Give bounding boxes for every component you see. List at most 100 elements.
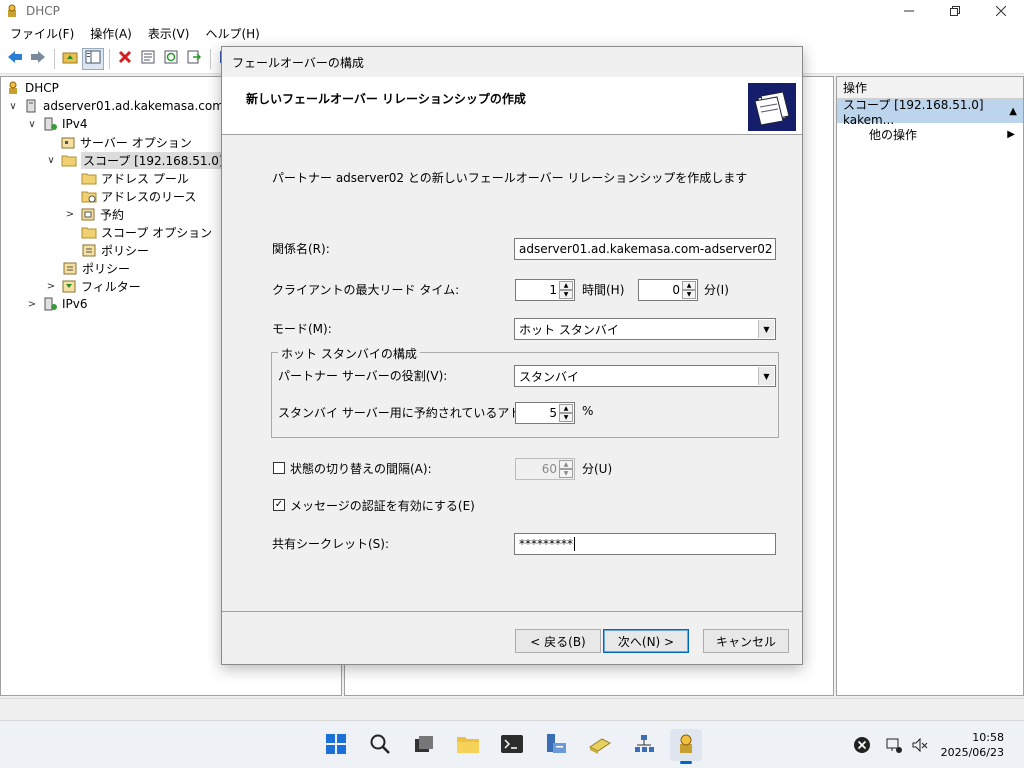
up-folder-icon [62, 50, 78, 67]
task-view-button[interactable] [408, 729, 440, 761]
spin-up-icon[interactable]: ▲ [559, 404, 573, 413]
lease-folder-icon [81, 188, 97, 204]
toolbar-separator [109, 48, 110, 69]
dhcp-icon [675, 733, 697, 758]
search-button[interactable] [364, 729, 396, 761]
state-switchover-value: 60 [541, 462, 557, 476]
tree-item-reservations[interactable]: > 予約 [64, 205, 124, 223]
shared-secret-input[interactable]: ********* [514, 533, 776, 555]
hot-standby-group-label: ホット スタンバイの構成 [278, 345, 420, 362]
reserved-addresses-stepper[interactable]: 5 ▲ ▼ [515, 402, 575, 424]
server-icon [23, 98, 39, 114]
dialog-header: 新しいフェールオーバー リレーションシップの作成 [222, 77, 802, 135]
collapse-up-icon[interactable]: ▲ [1009, 106, 1017, 117]
tree-item-scope-policies[interactable]: ポリシー [81, 241, 149, 259]
mode-select[interactable]: ホット スタンバイ ▼ [514, 318, 776, 340]
menu-action[interactable]: 操作(A) [86, 25, 136, 42]
tree-item-dhcp[interactable]: DHCP [5, 79, 59, 97]
reservations-icon [80, 206, 96, 222]
relationship-name-input[interactable]: adserver01.ad.kakemasa.com-adserver02 [514, 238, 776, 260]
window-title: DHCP [26, 4, 60, 18]
up-folder-button[interactable] [59, 48, 81, 70]
spin-down-icon[interactable]: ▼ [559, 469, 573, 478]
dropdown-arrow-icon[interactable]: ▼ [758, 320, 774, 338]
spin-down-icon[interactable]: ▼ [682, 290, 696, 299]
tray-close-circle-icon[interactable] [852, 735, 872, 755]
spin-up-icon[interactable]: ▲ [559, 281, 573, 290]
chevron-right-icon[interactable]: > [64, 209, 76, 220]
network-status-icon[interactable] [884, 735, 904, 755]
network-tree-icon [633, 733, 655, 758]
console-tree-button[interactable] [82, 47, 104, 70]
message-auth-checkbox[interactable]: ✓ [273, 499, 285, 511]
dropdown-arrow-icon[interactable]: ▼ [758, 367, 774, 385]
minimize-button[interactable] [886, 0, 932, 22]
chevron-right-icon[interactable]: > [45, 281, 57, 292]
partner-role-select[interactable]: スタンバイ ▼ [514, 365, 776, 387]
back-wizard-button[interactable]: < 戻る(B) [515, 629, 601, 653]
shared-secret-value: ********* [519, 537, 573, 551]
back-button[interactable] [4, 48, 26, 70]
folder-icon [81, 170, 97, 186]
tree-item-scope-options[interactable]: スコープ オプション [81, 223, 212, 241]
restore-button[interactable] [932, 0, 978, 22]
refresh-icon [164, 50, 178, 67]
mclt-minutes-stepper[interactable]: 0 ▲ ▼ [638, 279, 698, 301]
tree-item-ipv6[interactable]: > IPv6 [26, 295, 88, 313]
tree-item-ipv4[interactable]: ∨ IPv4 [26, 115, 87, 133]
taskbar-network[interactable] [628, 729, 660, 761]
action-scope-header[interactable]: スコープ [192.168.51.0] kakem... ▲ [837, 98, 1023, 127]
tree-item-filters[interactable]: > フィルター [45, 277, 141, 295]
taskbar-terminal[interactable] [496, 729, 528, 761]
tree-item-server-options[interactable]: サーバー オプション [60, 133, 192, 151]
state-switchover-checkbox[interactable] [273, 462, 285, 474]
state-switchover-stepper[interactable]: 60 ▲ ▼ [515, 458, 575, 480]
close-window-button[interactable] [978, 0, 1024, 22]
toolbar-separator [210, 48, 211, 69]
start-button[interactable] [320, 729, 352, 761]
folder-icon [81, 224, 97, 240]
policy-icon [81, 242, 97, 258]
forward-button[interactable] [27, 48, 49, 70]
tree-item-server[interactable]: ∨ adserver01.ad.kakemasa.com [7, 97, 224, 115]
delete-button[interactable] [114, 48, 136, 70]
tree-item-address-leases[interactable]: アドレスのリース [81, 187, 196, 205]
ad-tools-icon [588, 733, 612, 758]
refresh-button[interactable] [160, 48, 182, 70]
taskbar-file-explorer[interactable] [452, 729, 484, 761]
spin-up-icon[interactable]: ▲ [682, 281, 696, 290]
spin-down-icon[interactable]: ▼ [559, 413, 573, 422]
mclt-hours-stepper[interactable]: 1 ▲ ▼ [515, 279, 575, 301]
spin-up-icon[interactable]: ▲ [559, 460, 573, 469]
taskbar-server-manager[interactable] [540, 729, 572, 761]
export-button[interactable] [183, 48, 205, 70]
action-more-actions[interactable]: 他の操作 ▶ [837, 123, 1023, 145]
mclt-minutes-value: 0 [672, 283, 680, 297]
chevron-down-icon[interactable]: ∨ [45, 155, 57, 166]
speaker-muted-icon[interactable] [910, 735, 930, 755]
cancel-button[interactable]: キャンセル [703, 629, 789, 653]
minutes-label: 分(I) [704, 283, 729, 297]
server-manager-icon [544, 733, 568, 758]
export-icon [187, 50, 202, 67]
chevron-right-icon[interactable]: > [26, 299, 38, 310]
taskbar-active-directory[interactable] [584, 729, 616, 761]
chevron-down-icon[interactable]: ∨ [26, 119, 38, 130]
ipv4-icon [42, 116, 58, 132]
spin-down-icon[interactable]: ▼ [559, 290, 573, 299]
chevron-down-icon[interactable]: ∨ [7, 101, 19, 112]
properties-button[interactable] [137, 48, 159, 70]
system-clock[interactable]: 10:58 2025/06/23 [941, 730, 1004, 760]
toolbar-separator [54, 48, 55, 69]
menu-help[interactable]: ヘルプ(H) [201, 25, 263, 42]
tree-item-policies[interactable]: ポリシー [62, 259, 130, 277]
taskbar-dhcp[interactable] [670, 729, 702, 764]
tree-item-address-pool[interactable]: アドレス プール [81, 169, 189, 187]
dialog-separator [222, 611, 802, 612]
clock-time: 10:58 [972, 731, 1004, 744]
menu-view[interactable]: 表示(V) [144, 25, 194, 42]
mode-label: モード(M): [272, 322, 332, 336]
submenu-arrow-icon: ▶ [1007, 128, 1015, 140]
next-wizard-button[interactable]: 次へ(N) > [603, 629, 689, 653]
menu-file[interactable]: ファイル(F) [6, 25, 78, 42]
